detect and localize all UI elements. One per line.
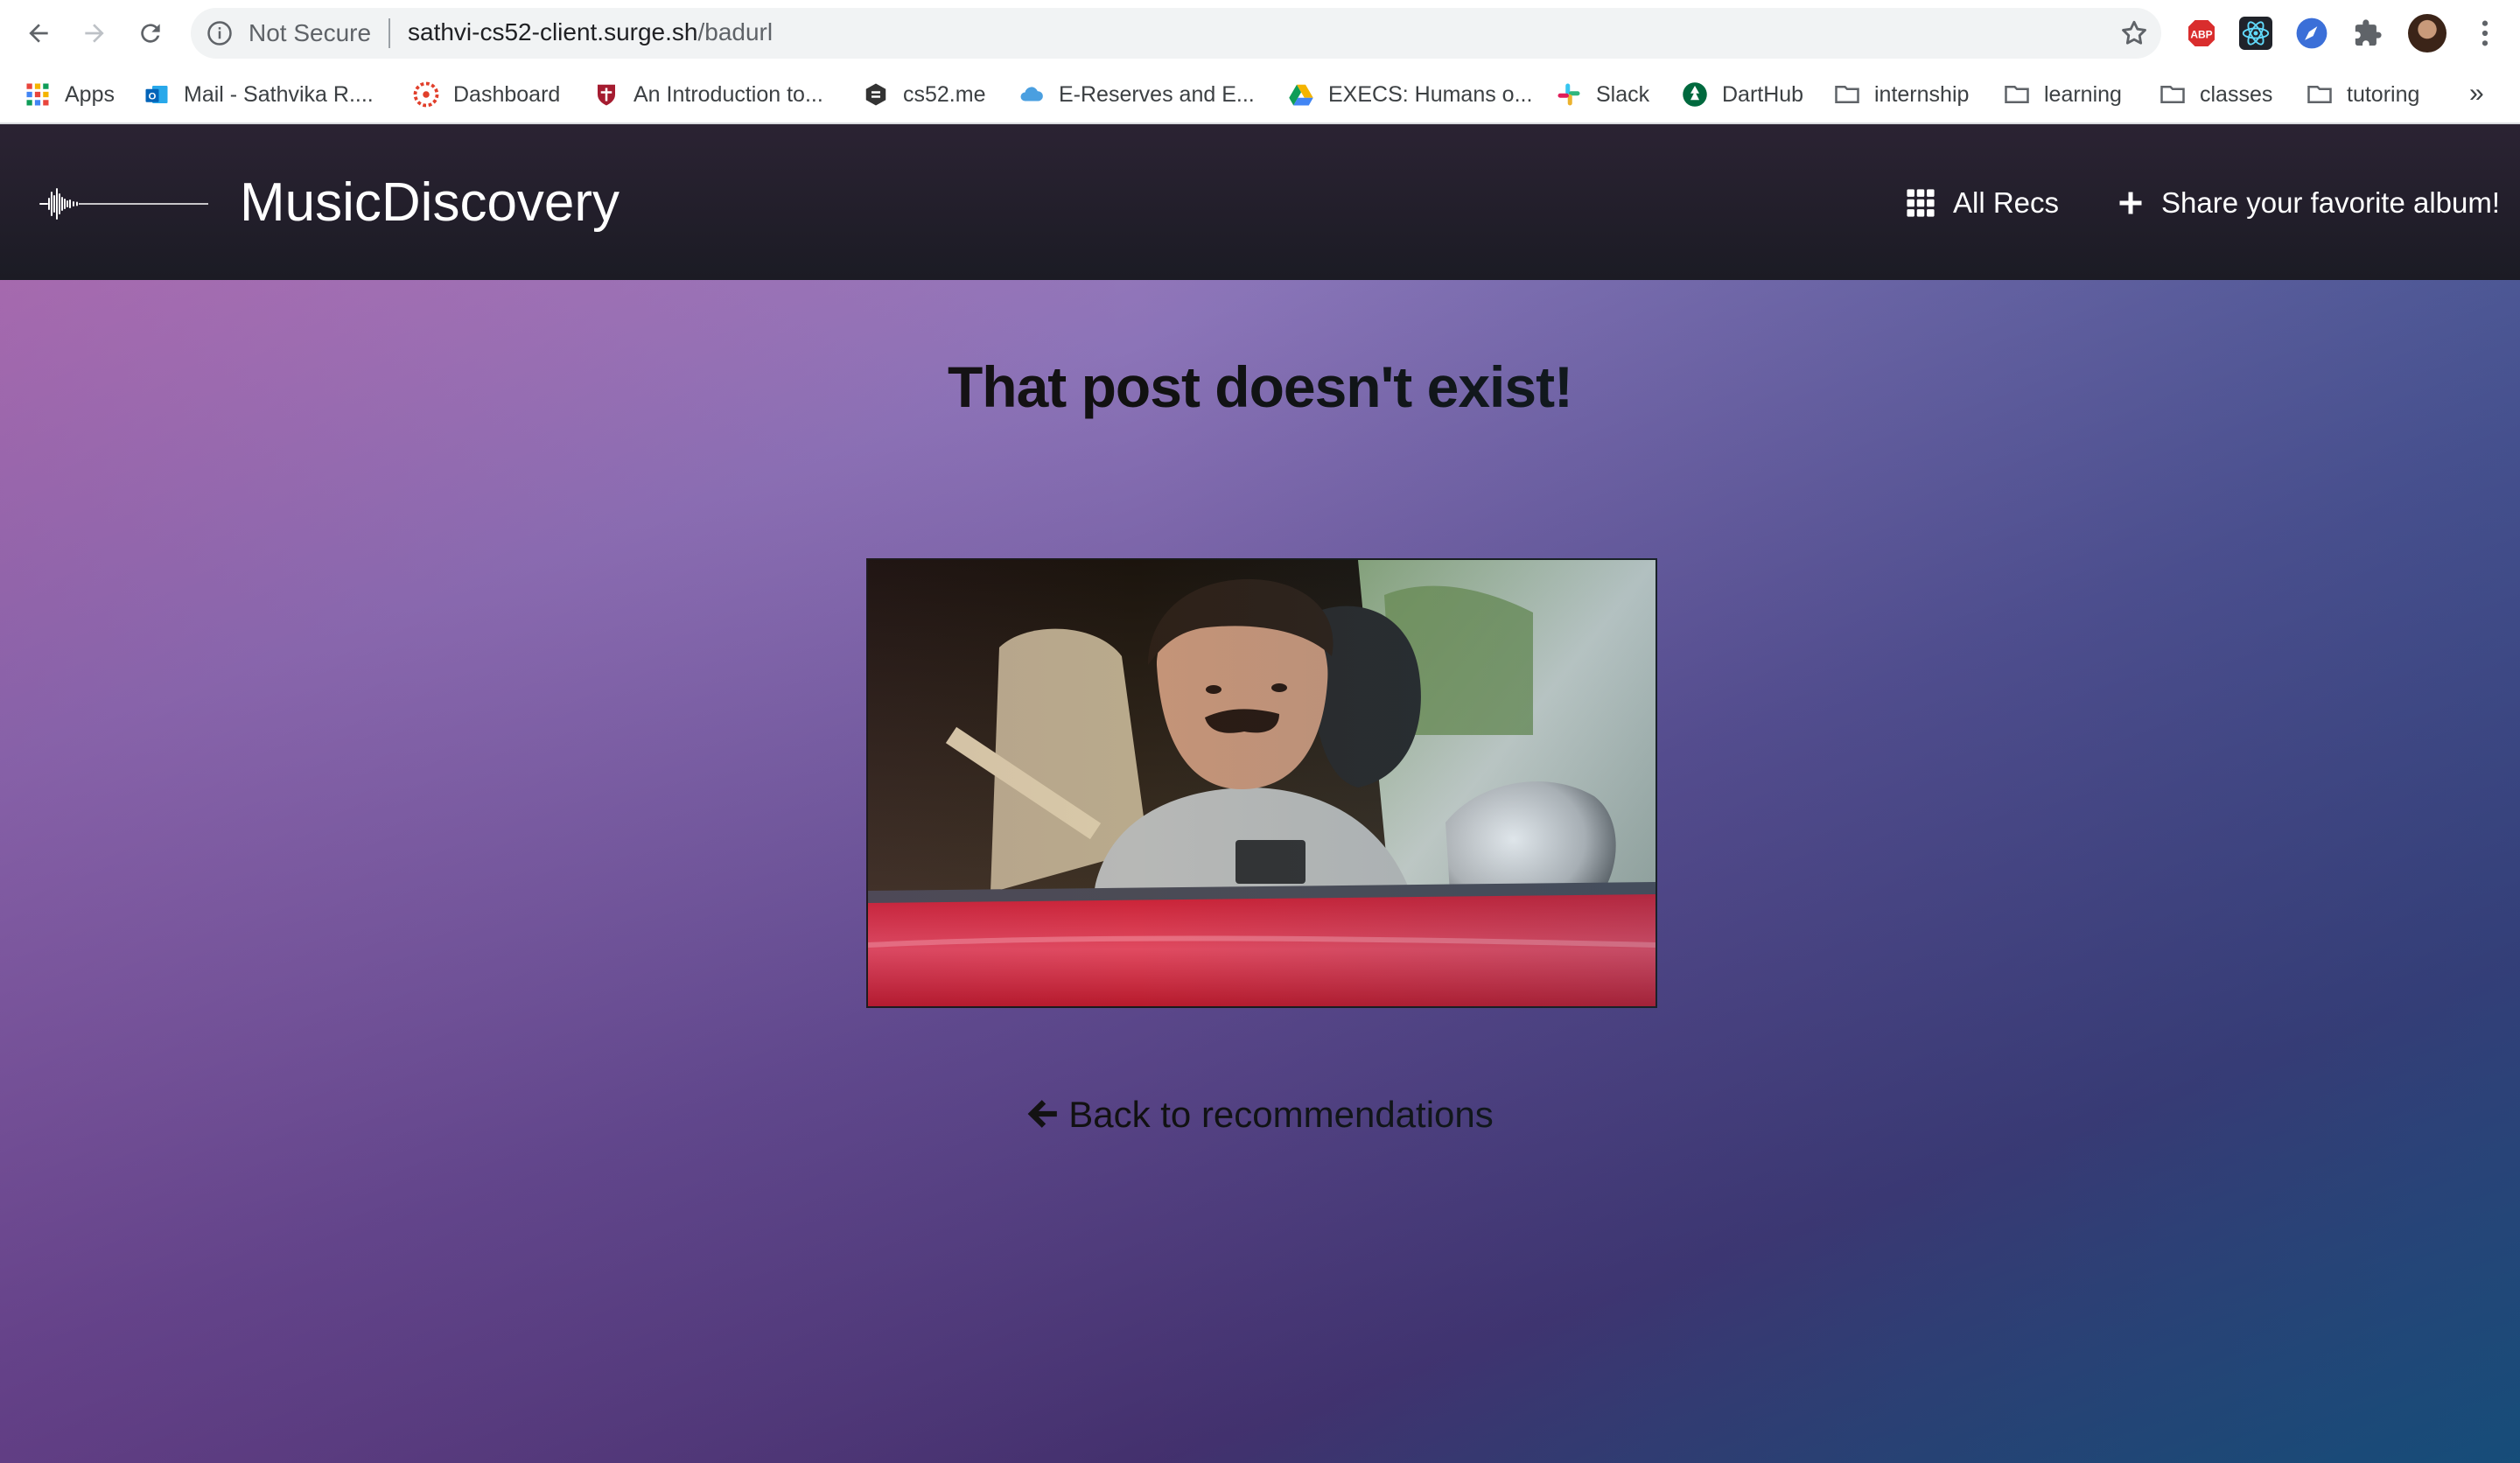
svg-text:O: O [149,92,157,102]
bookmark-intro[interactable]: An Introduction to... [593,77,823,112]
bookmark-tutoring[interactable]: tutoring [2306,77,2419,112]
cs52-icon [865,83,886,106]
info-icon[interactable] [206,20,233,46]
bookmark-darthub[interactable]: DartHub [1682,77,1803,112]
back-link-label: Back to recommendations [1068,1094,1494,1135]
bookmark-mail[interactable]: O Mail - Sathvika R.... [144,77,374,112]
outlook-icon: O [145,86,168,103]
bookmark-label: Slack [1596,81,1650,107]
bookmark-label: Dashboard [453,81,561,107]
car-window-scene [868,560,1656,1006]
bookmark-label: Mail - Sathvika R.... [184,81,374,107]
grid-icon [1907,189,1935,217]
soundwave-logo-icon[interactable] [38,182,210,226]
reaction-gif-image [866,558,1657,1008]
bookmark-label: DartHub [1722,81,1804,107]
bookmark-apps[interactable]: Apps [24,77,115,112]
page-title: That post doesn't exist! [947,354,1573,419]
page-viewport: MusicDiscovery All Recs Share your favor… [0,124,2520,1463]
bookmark-label: Apps [65,81,115,107]
bookmark-label: tutoring [2347,81,2420,107]
bookmark-label: classes [2200,81,2273,107]
bookmark-label: learning [2044,81,2122,107]
url-host: sathvi-cs52-client.surge.sh [408,18,698,46]
kebab-menu-icon[interactable] [2468,16,2502,51]
bookmark-slack[interactable]: Slack [1556,77,1649,112]
security-label: Not Secure [248,19,372,46]
cloud-icon [1020,87,1043,102]
bookmark-label: cs52.me [903,81,986,107]
folder-icon [2160,86,2185,103]
more-bookmarks-chevron[interactable]: » [2469,79,2484,108]
crest-icon [598,84,615,106]
share-album-label: Share your favorite album! [2161,186,2501,219]
back-to-recommendations-link[interactable]: Back to recommendations [0,1094,2520,1136]
app-navbar: MusicDiscovery All Recs Share your favor… [0,124,2520,280]
arrow-left-icon [1027,1100,1058,1128]
address-bar[interactable]: Not Secure sathvi-cs52-client.surge.sh/b… [191,8,2161,59]
back-arrow-icon[interactable] [18,12,60,54]
svg-text:ABP: ABP [2190,28,2212,40]
all-recs-label: All Recs [1953,186,2060,219]
bookmark-learning[interactable]: learning [2004,77,2122,112]
folder-icon [2307,86,2332,103]
extensions-puzzle-icon[interactable] [2350,16,2385,51]
omnibox-divider [388,18,390,48]
rocket-extension-icon[interactable] [2294,16,2329,51]
bookmark-cs52[interactable]: cs52.me [863,77,985,112]
bookmark-execs[interactable]: EXECS: Humans o... [1288,77,1532,112]
bookmark-dashboard[interactable]: Dashboard [413,77,560,112]
brand-title[interactable]: MusicDiscovery [240,172,620,234]
reload-icon[interactable] [130,12,172,54]
profile-avatar[interactable] [2408,14,2446,52]
bookmark-star-icon[interactable] [2119,18,2149,48]
plus-icon [2119,192,2142,214]
bookmark-ereserves[interactable]: E-Reserves and E... [1018,77,1255,112]
google-drive-icon [1289,84,1313,106]
url-text[interactable]: sathvi-cs52-client.surge.sh/badurl [408,18,773,46]
folder-icon [1835,86,1859,103]
bookmark-label: E-Reserves and E... [1059,81,1255,107]
share-album-link[interactable]: Share your favorite album! [2118,178,2500,228]
darthub-icon [1683,82,1707,107]
bookmark-label: internship [1874,81,1970,107]
canvas-icon [413,81,439,108]
bookmarks-bar: Apps O Mail - Sathvika R.... Dashboard A… [0,66,2520,124]
bookmark-internship[interactable]: internship [1834,77,1969,112]
url-path: /badurl [697,18,774,46]
folder-icon [2005,86,2029,103]
slack-icon [1558,83,1580,106]
all-recs-link[interactable]: All Recs [1906,178,2059,228]
react-devtools-icon[interactable] [2238,16,2273,51]
bookmark-label: An Introduction to... [634,81,823,107]
apps-grid-icon [26,83,49,106]
forward-arrow-icon[interactable] [74,12,116,54]
browser-toolbar: Not Secure sathvi-cs52-client.surge.sh/b… [0,0,2520,66]
adblock-icon[interactable]: ABP [2184,16,2219,51]
bookmark-label: EXECS: Humans o... [1328,81,1533,107]
bookmark-classes[interactable]: classes [2160,77,2272,112]
